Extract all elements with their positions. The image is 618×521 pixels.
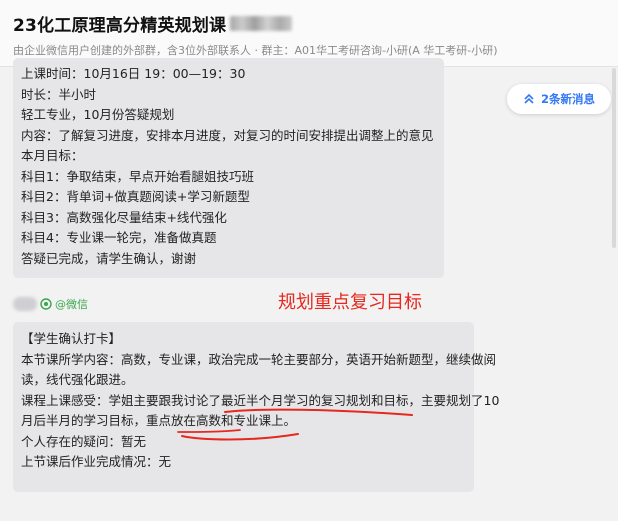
message-line: 上课时间：10月16日 19：00—19：30 <box>21 66 246 81</box>
message-line: 【学生确认打卡】 <box>21 331 122 346</box>
new-messages-button[interactable]: 2条新消息 <box>507 84 611 114</box>
title-row: 23化工原理高分精英规划课 <box>13 11 293 36</box>
group-title[interactable]: 23化工原理高分精英规划课 <box>13 11 226 36</box>
message-bubble-student-checkin[interactable]: 【学生确认打卡】 本节课所学内容：高数，专业课，政治完成一轮主要部分，英语开始新… <box>13 322 500 492</box>
message-line: 个人存在的疑问：暂无 <box>21 433 147 449</box>
message-line: 科目4：专业课一轮完，准备做真题 <box>21 230 217 245</box>
new-messages-label: 2条新消息 <box>540 92 595 106</box>
blurred-member-count <box>230 16 293 31</box>
message-line: 时长：半小时 <box>21 86 97 102</box>
wechat-icon <box>40 298 52 310</box>
avatar[interactable] <box>13 297 37 311</box>
message-line: 答疑已完成，请学生确认，谢谢 <box>21 250 197 266</box>
source-label: @微信 <box>55 298 88 311</box>
message-line: 本节课所学内容：高数，专业课，政治完成一轮主要部分，英语开始新题型，继续做阅 <box>21 351 497 367</box>
message-line: 本月目标： <box>21 148 84 163</box>
message-bubble-planning[interactable]: 上课时间：10月16日 19：00—19：30 时长：半小时 轻工专业，10月份… <box>13 58 444 278</box>
chat-header: 23化工原理高分精英规划课 由企业微信用户创建的外部群，含3位外部联系人 · 群… <box>0 0 618 67</box>
message-line: 读，线代强化跟进。 <box>21 372 134 387</box>
message-line: 课程上课感受：学姐主要跟我讨论了最近半个月学习的复习规划和目标，主要规划了10 <box>21 392 500 408</box>
handwritten-annotation: 规划重点复习目标 <box>278 292 422 313</box>
double-chevron-up-icon <box>524 93 534 104</box>
message-line: 月后半月的学习目标，重点放在高数和专业课上。 <box>21 413 297 428</box>
group-subtitle: 由企业微信用户创建的外部群，含3位外部联系人 · 群主：A01华工考研咨询-小研… <box>13 44 498 57</box>
message-sender: @微信 <box>13 296 88 312</box>
message-line: 科目3：高数强化尽量结束+线代强化 <box>21 209 227 225</box>
message-line: 轻工专业，10月份答疑规划 <box>21 107 175 122</box>
message-line: 上节课后作业完成情况：无 <box>21 454 172 469</box>
message-line: 科目1：争取结束，早点开始看腿姐技巧班 <box>21 168 254 184</box>
message-line: 科目2：背单词+做真题阅读+学习新题型 <box>21 189 250 204</box>
message-line: 内容：了解复习进度，安排本月进度，对复习的时间安排提出调整上的意见 <box>21 127 434 143</box>
scrollbar[interactable] <box>612 68 616 248</box>
